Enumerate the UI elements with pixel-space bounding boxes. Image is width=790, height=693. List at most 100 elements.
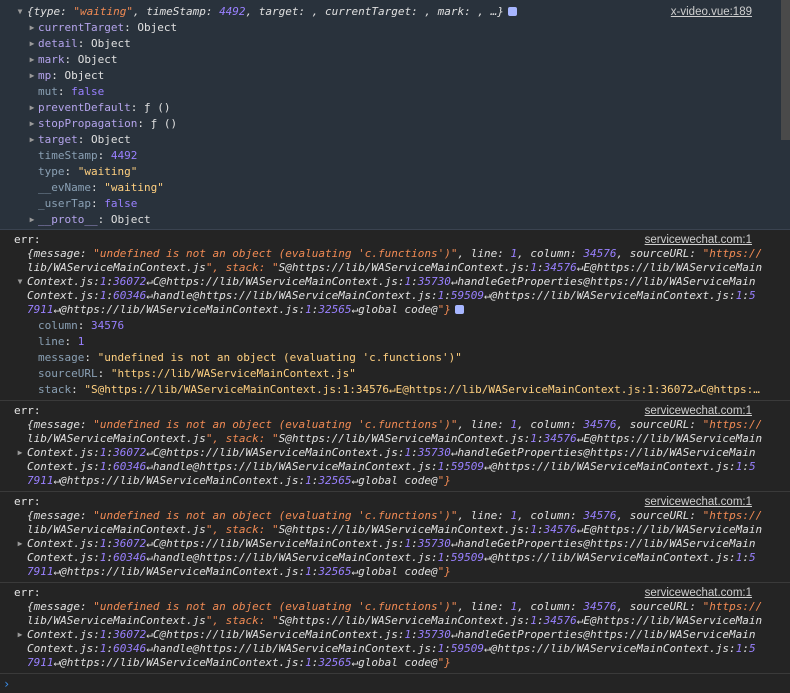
property-row[interactable]: ▶ __proto__: Object xyxy=(0,213,790,227)
property-row[interactable]: ▶ mark: Object xyxy=(0,53,790,67)
property-value: "waiting" xyxy=(104,181,164,194)
source-link[interactable]: servicewechat.com:1 xyxy=(645,404,752,418)
expand-toggle-icon[interactable]: ▼ xyxy=(15,5,25,19)
property-key: detail xyxy=(38,37,78,50)
summary-type-value: "waiting" xyxy=(73,5,133,18)
expand-toggle-icon[interactable]: ▶ xyxy=(15,537,25,551)
expand-toggle-icon[interactable]: ▶ xyxy=(15,628,25,642)
property-row[interactable]: ▶ stopPropagation: ƒ () xyxy=(0,117,790,131)
property-value: ƒ () xyxy=(150,117,178,130)
property-separator: : xyxy=(71,383,85,396)
expand-toggle-icon[interactable]: ▶ xyxy=(27,69,37,83)
expand-toggle-icon[interactable]: ▶ xyxy=(27,53,37,67)
log-entry-error: err: servicewechat.com:1 {message: "undefi… xyxy=(0,401,790,492)
expand-toggle-icon[interactable]: ▶ xyxy=(27,101,37,115)
expand-toggle-icon[interactable]: ▶ xyxy=(27,117,37,131)
error-label-row: err: servicewechat.com:1 xyxy=(0,233,790,247)
error-message-line: 7911↵@https://lib/WAServiceMainContext.j… xyxy=(27,474,451,487)
property-key: __evName xyxy=(38,181,91,194)
property-key: mp xyxy=(38,69,52,82)
property-value: Object xyxy=(77,53,118,66)
error-label: err: xyxy=(14,233,41,246)
scrollbar[interactable] xyxy=(781,0,790,140)
error-message-line: 7911↵@https://lib/WAServiceMainContext.j… xyxy=(0,303,790,317)
property-value: Object xyxy=(110,213,151,226)
log-entry-error: err: servicewechat.com:1 {message: "undefi… xyxy=(0,230,790,401)
property-row[interactable]: ▶ mp: Object xyxy=(0,69,790,83)
property-key: _userTap xyxy=(38,197,91,210)
error-message-line: {message: "undefined is not an object (e… xyxy=(27,600,763,613)
property-row: column: 34576 xyxy=(0,319,790,333)
property-separator: : xyxy=(130,101,144,114)
error-message-line: lib/WAService​MainContext.js", stack: "S… xyxy=(27,261,763,274)
property-key: sourceURL xyxy=(38,367,98,380)
error-message-line: {message: "undefined is not an object (e… xyxy=(27,247,763,260)
property-value: Object xyxy=(137,21,178,34)
property-separator: : xyxy=(137,117,151,130)
expand-toggle-icon[interactable]: ▼ xyxy=(15,275,25,289)
expand-toggle-icon[interactable]: ▶ xyxy=(15,446,25,460)
expand-toggle-icon[interactable]: ▶ xyxy=(27,213,37,227)
expand-toggle-icon[interactable]: ▶ xyxy=(27,133,37,147)
error-message-line: Context.js:1:60346↵handle@https://lib/WA… xyxy=(27,551,756,564)
log-entry-event: ▼ {type: "waiting", timeStamp: 4492, targ… xyxy=(0,0,790,230)
expand-toggle-icon[interactable]: ▶ xyxy=(27,37,37,51)
error-message-line[interactable]: ▶ Context.js:1:36072↵C@https://lib/WAServ… xyxy=(0,628,790,642)
error-label-row: err: servicewechat.com:1 xyxy=(0,404,790,418)
property-value: "undefined is not an object (evaluating … xyxy=(97,351,462,364)
property-separator: : xyxy=(97,149,111,162)
property-key: timeStamp xyxy=(38,149,98,162)
property-separator: : xyxy=(124,21,138,34)
property-value: Object xyxy=(64,69,105,82)
info-badge-icon[interactable] xyxy=(507,7,517,16)
info-badge-icon[interactable] xyxy=(454,305,464,314)
summary-rest: , target: , currentTarget: , mark: , …} xyxy=(245,5,504,18)
property-key: column xyxy=(38,319,78,332)
property-key: preventDefault xyxy=(38,101,131,114)
error-message-line: Context.js:1:60346↵handle@https://lib/WA… xyxy=(27,289,756,302)
property-key: target xyxy=(38,133,78,146)
property-separator: : xyxy=(64,165,78,178)
property-row: sourceURL: "https://lib/WAServiceMainCon… xyxy=(0,367,790,381)
property-value: Object xyxy=(91,133,131,146)
property-key: mark xyxy=(38,53,65,66)
console-prompt-icon[interactable]: › xyxy=(3,677,10,691)
property-key: stack xyxy=(38,383,72,396)
error-message-line[interactable]: ▼ Context.js:1:36072↵C@https://lib/WAServ… xyxy=(0,275,790,289)
source-link[interactable]: servicewechat.com:1 xyxy=(645,233,752,247)
error-message-line: {message: "undefined is not an object (e… xyxy=(27,418,763,431)
log-entry-error: err: servicewechat.com:1 {message: "undefi… xyxy=(0,583,790,674)
property-row: _userTap: false xyxy=(0,197,790,211)
summary-timestamp: 4492 xyxy=(219,5,246,18)
property-value: 1 xyxy=(77,335,85,348)
property-row[interactable]: ▶ target: Object xyxy=(0,133,790,147)
property-row[interactable]: ▶ currentTarget: Object xyxy=(0,21,790,35)
property-value: false xyxy=(104,197,138,210)
source-link[interactable]: servicewechat.com:1 xyxy=(645,586,752,600)
property-separator: : xyxy=(57,85,72,98)
property-separator: : xyxy=(97,213,111,226)
source-link[interactable]: x-video.vue:189 xyxy=(671,5,752,19)
property-separator: : xyxy=(97,367,111,380)
property-row: stack: "S@https://lib/WAServiceMainConte… xyxy=(0,383,790,397)
log-summary[interactable]: ▼ {type: "waiting", timeStamp: 4492, targ… xyxy=(0,5,790,19)
property-value: 4492 xyxy=(110,149,138,162)
property-separator: : xyxy=(90,181,105,194)
expand-toggle-icon[interactable]: ▶ xyxy=(27,21,37,35)
error-message-line: {message: "undefined is not an object (e… xyxy=(27,509,763,522)
property-row[interactable]: ▶ detail: Object xyxy=(0,37,790,51)
error-label-row: err: servicewechat.com:1 xyxy=(0,586,790,600)
property-key: stopPropagation xyxy=(38,117,138,130)
error-message-line[interactable]: ▶ Context.js:1:36072↵C@https://lib/WAServ… xyxy=(0,446,790,460)
property-value: "waiting" xyxy=(77,165,138,178)
property-value: false xyxy=(71,85,105,98)
property-key: currentTarget xyxy=(38,21,125,34)
summary-prefix: {type: xyxy=(27,5,74,18)
property-row: line: 1 xyxy=(0,335,790,349)
property-value: "S@https://lib/WAServiceMainContext.js:1… xyxy=(84,383,760,396)
error-message-line[interactable]: ▶ Context.js:1:36072↵C@https://lib/WAServ… xyxy=(0,537,790,551)
property-separator: : xyxy=(64,335,78,348)
property-row[interactable]: ▶ preventDefault: ƒ () xyxy=(0,101,790,115)
source-link[interactable]: servicewechat.com:1 xyxy=(645,495,752,509)
property-value: ƒ () xyxy=(143,101,171,114)
